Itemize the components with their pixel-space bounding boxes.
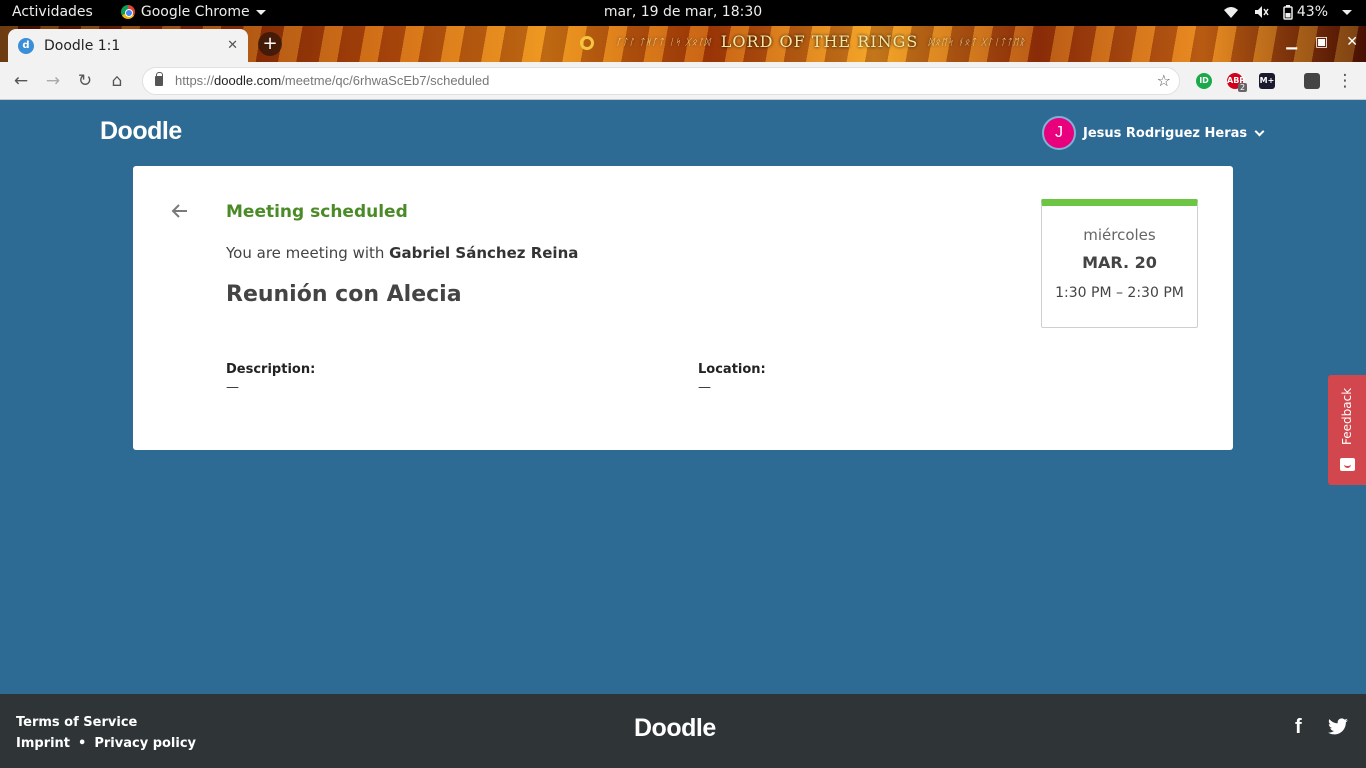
browser-toolbar: ← → ↻ ⌂ https://doodle.com/meetme/qc/6rh… [0,62,1366,100]
location-value: — [698,380,711,395]
meeting-card: Meeting scheduled You are meeting with G… [133,166,1233,450]
app-name: Google Chrome [140,4,250,20]
url-text[interactable]: https://doodle.com/meetme/qc/6rhwaScEb7/… [175,73,489,88]
privacy-link[interactable]: Privacy policy [94,736,196,751]
meeting-title: Reunión con Alecia [226,282,462,307]
tab-close-icon[interactable]: ✕ [227,38,238,53]
bookmark-star-icon[interactable]: ☆ [1157,71,1171,90]
home-icon[interactable]: ⌂ [106,70,128,92]
footer-logo[interactable]: Doodle [634,714,716,743]
footer: Terms of Service Imprint • Privacy policy … [0,694,1366,768]
meeting-date: MAR. 20 [1082,253,1157,272]
address-bar[interactable]: https://doodle.com/meetme/qc/6rhwaScEb7/… [142,67,1180,95]
system-top-bar: Actividades Google Chrome mar, 19 de mar… [0,0,1366,26]
minimize-icon[interactable]: ▁ [1286,34,1297,50]
window-controls: ▁ ▣ ✕ [1286,34,1358,50]
meeting-status: Meeting scheduled [226,202,408,222]
volume-icon [1254,6,1269,18]
terms-link[interactable]: Terms of Service [16,715,137,730]
chevron-down-icon [1254,126,1265,136]
back-nav-icon[interactable]: ← [10,70,32,92]
description-value: — [226,380,239,395]
twitter-icon[interactable] [1327,718,1349,736]
tab-title: Doodle 1:1 [44,37,121,54]
browser-tab[interactable]: d Doodle 1:1 ✕ [8,29,248,62]
time-range: 1:30 PM – 2:30 PM [1055,285,1184,301]
chrome-menu-icon[interactable]: ⋮ [1334,70,1356,92]
doodle-favicon-icon: d [18,37,34,54]
tab-strip: ᚪᛚᛚ ᛏᚻᚪᛏ ᛁᛋ ᚷᛟᛚᛞ LORD OF THE RINGS ᛞᛟᛖᛋ ᚾᛟ… [0,26,1366,62]
wifi-icon [1223,7,1238,18]
app-menu[interactable]: Google Chrome [120,4,266,20]
chevron-down-icon [1342,9,1352,15]
battery-icon [1283,4,1293,20]
footer-links: Terms of Service Imprint • Privacy policy [16,712,196,754]
close-window-icon[interactable]: ✕ [1346,34,1358,50]
new-tab-button[interactable]: + [258,32,282,56]
extension-dark-icon[interactable] [1304,73,1320,89]
user-name: Jesus Rodriguez Heras [1083,125,1248,141]
doodle-logo[interactable]: Doodle [100,117,182,146]
activities-button[interactable]: Actividades [12,4,93,20]
battery-indicator: 43% [1283,4,1328,20]
date-box: miércoles MAR. 20 1:30 PM – 2:30 PM [1041,199,1198,328]
imprint-link[interactable]: Imprint [16,736,70,751]
reload-icon[interactable]: ↻ [74,70,96,92]
user-menu[interactable]: J Jesus Rodriguez Heras [1042,116,1265,150]
maximize-icon[interactable]: ▣ [1315,34,1328,50]
smile-icon [1340,458,1355,471]
battery-percent: 43% [1296,4,1328,20]
system-tray[interactable]: 43% [1223,4,1352,20]
participant-name: Gabriel Sánchez Reina [389,244,579,262]
chrome-icon [120,5,135,19]
back-arrow-icon[interactable] [171,202,191,222]
chevron-down-icon [255,9,266,15]
lock-icon [155,72,163,86]
extension-badge: 2 [1238,83,1248,92]
feedback-button[interactable]: Feedback [1328,375,1366,485]
feedback-label: Feedback [1340,387,1354,445]
facebook-icon[interactable]: f [1295,716,1302,739]
forward-nav-icon[interactable]: → [42,70,64,92]
extension-green-icon[interactable]: ID [1196,73,1212,89]
weekday: miércoles [1083,226,1156,244]
ring-icon [580,35,594,50]
theme-title: LORD OF THE RINGS [720,32,919,51]
meeting-participants: You are meeting with Gabriel Sánchez Rei… [226,244,579,262]
description-label: Description: [226,362,316,377]
separator: • [78,736,87,751]
location-label: Location: [698,362,766,377]
movistar-extension-icon[interactable]: M+ [1259,73,1275,89]
theme-banner: ᚪᛚᛚ ᛏᚻᚪᛏ ᛁᛋ ᚷᛟᛚᛞ LORD OF THE RINGS ᛞᛟᛖᛋ ᚾᛟ… [580,32,1036,51]
avatar: J [1042,116,1076,150]
